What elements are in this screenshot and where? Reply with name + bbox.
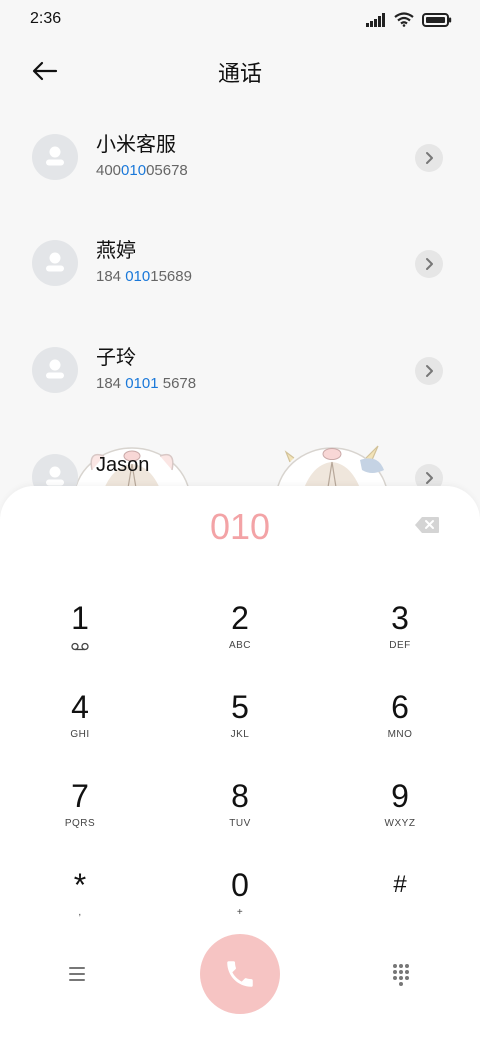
chevron-right-icon	[426, 365, 433, 377]
contact-name: Jason	[96, 454, 150, 476]
contact-row[interactable]: 燕婷 184 01015689	[0, 230, 480, 310]
wifi-icon	[394, 12, 414, 27]
status-bar: 2:36	[0, 0, 480, 40]
key-8[interactable]: 8 TUV	[185, 778, 295, 848]
person-icon	[46, 252, 64, 272]
status-icons	[366, 12, 452, 27]
page-title: 通话	[217, 62, 262, 87]
menu-icon	[69, 967, 85, 981]
dialpad-toggle-button[interactable]	[390, 962, 412, 986]
contact-row[interactable]: 小米客服 40001005678	[0, 124, 480, 204]
status-time: 2:36	[30, 10, 62, 27]
key-3[interactable]: 3 DEF	[345, 600, 455, 670]
call-button[interactable]	[200, 934, 280, 1014]
backspace-button[interactable]	[414, 516, 440, 534]
contact-detail-button[interactable]	[415, 250, 443, 278]
contact-row[interactable]: 子玲 184 0101 5678	[0, 337, 480, 417]
chevron-right-icon	[426, 472, 433, 484]
person-icon	[46, 146, 64, 166]
contact-number: 40001005678	[96, 162, 188, 179]
backspace-icon	[415, 517, 439, 533]
person-icon	[46, 359, 64, 379]
person-icon	[46, 466, 64, 486]
key-2[interactable]: 2 ABC	[185, 600, 295, 670]
contact-number: 184 0101 5678	[96, 375, 197, 392]
chevron-right-icon	[426, 152, 433, 164]
contact-row[interactable]: Jason	[0, 444, 480, 486]
key-star[interactable]: * ,	[25, 867, 135, 937]
dialpad-panel: 010 1 2 ABC 3 DEF 4 GHI 5 JKL 6 MNO 7 PQ…	[0, 486, 480, 1040]
avatar	[32, 347, 78, 393]
contact-detail-button[interactable]	[415, 144, 443, 172]
avatar	[32, 240, 78, 286]
key-hash[interactable]: #	[345, 867, 455, 937]
key-6[interactable]: 6 MNO	[345, 689, 455, 759]
app-bar: 通话	[0, 44, 480, 96]
key-1[interactable]: 1	[25, 600, 135, 670]
battery-icon	[422, 12, 452, 27]
key-5[interactable]: 5 JKL	[185, 689, 295, 759]
voicemail-icon	[71, 642, 89, 651]
contact-name: 小米客服	[96, 132, 176, 156]
phone-icon	[227, 961, 253, 987]
key-9[interactable]: 9 WXYZ	[345, 778, 455, 848]
key-4[interactable]: 4 GHI	[25, 689, 135, 759]
menu-button[interactable]	[66, 964, 90, 984]
contact-detail-button[interactable]	[415, 464, 443, 486]
contact-detail-button[interactable]	[415, 357, 443, 385]
key-7[interactable]: 7 PQRS	[25, 778, 135, 848]
dialpad-icon	[393, 964, 409, 986]
chevron-right-icon	[426, 258, 433, 270]
contact-name: 燕婷	[96, 238, 136, 262]
avatar	[32, 454, 78, 486]
key-0[interactable]: 0 +	[185, 867, 295, 937]
signal-icon	[366, 12, 385, 27]
avatar	[32, 134, 78, 180]
contact-name: 子玲	[96, 345, 136, 369]
dialed-number: 010	[209, 506, 271, 547]
contact-number: 184 01015689	[96, 268, 192, 285]
